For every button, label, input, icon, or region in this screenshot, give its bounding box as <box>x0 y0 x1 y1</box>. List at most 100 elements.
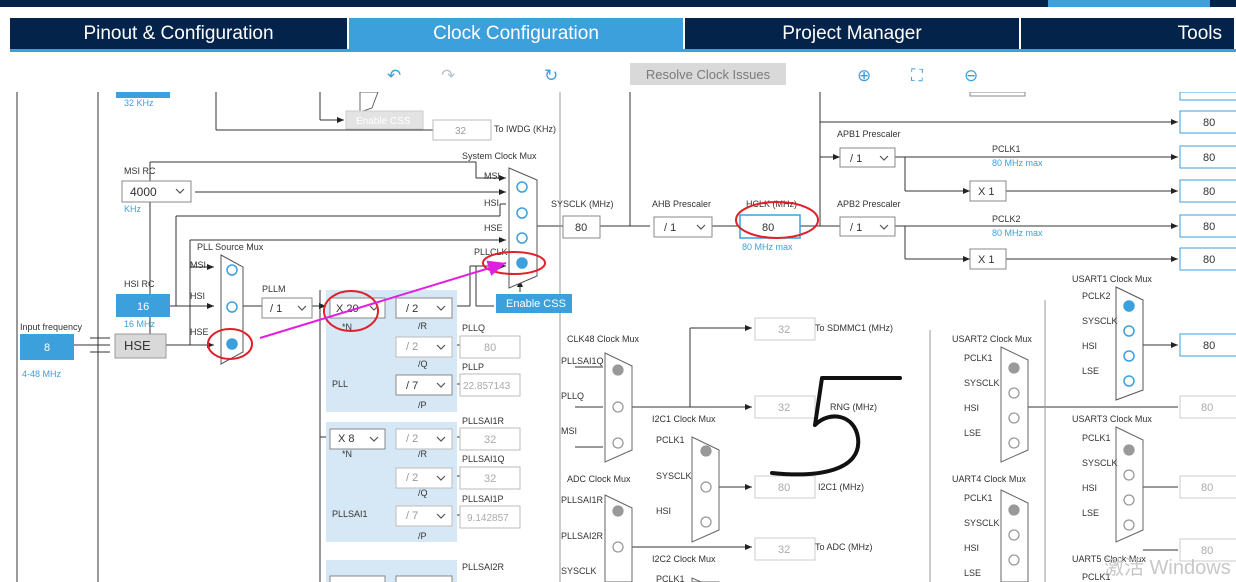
tab-pinout[interactable]: Pinout & Configuration <box>10 18 349 49</box>
pllsai1q-label: PLLSAI1Q <box>462 454 505 464</box>
title-bar-accent <box>1048 0 1210 7</box>
mux-msi-label: MSI <box>190 260 206 270</box>
mux-hse-label: HSE <box>190 327 209 337</box>
pllsai1-label: PLLSAI1 <box>332 509 368 519</box>
pllq-label: PLLQ <box>462 323 485 333</box>
clk48-in-1: PLLQ <box>561 391 584 401</box>
usart1-sysclk-radio[interactable] <box>1123 325 1135 337</box>
hclk-label: HCLK (MHz) <box>746 199 797 209</box>
sysclk-hsi-radio[interactable] <box>516 207 528 219</box>
i2c1-mux-label: I2C1 Clock Mux <box>652 414 716 424</box>
out-value-3: 80 <box>1203 186 1215 198</box>
usart2-in-3: LSE <box>964 428 981 438</box>
enable-css-label: Enable CSS <box>506 298 566 310</box>
lse-freq: 32 KHz <box>124 98 154 108</box>
i2c1-value: 80 <box>778 482 790 494</box>
pll-source-hse-radio[interactable] <box>226 338 238 350</box>
zoom-out-icon[interactable]: ⊖ <box>964 66 978 86</box>
usart2-in-1: SYSCLK <box>964 378 1000 388</box>
tab-tools[interactable]: Tools <box>1021 18 1236 49</box>
sai1r-value: / 2 <box>406 433 418 445</box>
zoom-in-icon[interactable]: ⊕ <box>857 66 871 86</box>
usart3-mux-label: USART3 Clock Mux <box>1072 414 1152 424</box>
windows-watermark: 激活 Windows <box>1104 556 1231 579</box>
p-label: /P <box>418 400 427 410</box>
out-value-4: 80 <box>1203 221 1215 233</box>
system-clock-mux-label: System Clock Mux <box>462 151 537 161</box>
sysclk-msi-radio[interactable] <box>516 181 528 193</box>
main-tabs: Pinout & Configuration Clock Configurati… <box>10 18 1236 49</box>
usart3-in-3: LSE <box>1082 508 1099 518</box>
pll-source-msi-radio[interactable] <box>226 264 238 276</box>
tab-clock-configuration[interactable]: Clock Configuration <box>349 18 685 49</box>
pllp-label: PLLP <box>462 362 484 372</box>
handwritten-five <box>770 376 902 477</box>
fit-screen-icon[interactable]: ⛶ <box>911 66 923 86</box>
pllsai1r-value: 32 <box>484 434 496 446</box>
out-value-5: 80 <box>1203 254 1215 266</box>
usart3-in-1: SYSCLK <box>1082 458 1118 468</box>
sai1q-label: /Q <box>418 488 428 498</box>
hclk-value: 80 <box>762 222 774 234</box>
title-bar <box>0 0 1236 7</box>
out-value-2: 80 <box>1203 152 1215 164</box>
sysclk-label: SYSCLK (MHz) <box>551 199 614 209</box>
undo-icon[interactable]: ↶ <box>387 66 401 86</box>
sai1q-value: / 2 <box>406 472 418 484</box>
sai1r-label: /R <box>418 449 428 459</box>
hclk-max: 80 MHz max <box>742 242 793 252</box>
usart1-hsi-radio[interactable] <box>1123 350 1135 362</box>
usart1-pclk2-radio[interactable] <box>1123 300 1135 312</box>
pllq-value: 80 <box>484 342 496 354</box>
pllr-value: / 2 <box>406 303 418 315</box>
i2c1-label: I2C1 (MHz) <box>818 482 864 492</box>
i2c1-in-2: HSI <box>656 506 671 516</box>
input-frequency-label: Input frequency <box>20 322 83 332</box>
hsi-value: 16 <box>137 301 149 313</box>
adc-value: 32 <box>778 544 790 556</box>
usart3-in-0: PCLK1 <box>1082 433 1111 443</box>
pll-label: PLL <box>332 379 348 389</box>
i2c1-in-1: SYSCLK <box>656 471 692 481</box>
apb1-prescaler-label: APB1 Prescaler <box>837 129 901 139</box>
pllm-label: PLLM <box>262 284 286 294</box>
usart2-in-0: PCLK1 <box>964 353 993 363</box>
adc-in-1: PLLSAI2R <box>561 531 604 541</box>
input-frequency-value: 8 <box>44 342 50 354</box>
uart4-in-1: SYSCLK <box>964 518 1000 528</box>
sysclk-hse-radio[interactable] <box>516 232 528 244</box>
pllsai1p-label: PLLSAI1P <box>462 494 504 504</box>
pllsai1p-value: 9.142857 <box>467 513 509 524</box>
pllp-value: 22.857143 <box>463 381 511 392</box>
resolve-clock-issues-button[interactable]: Resolve Clock Issues <box>630 63 786 85</box>
redo-icon[interactable]: ↷ <box>441 66 455 86</box>
adc-in-2: SYSCLK <box>561 566 597 576</box>
i2c2-in-0: PCLK1 <box>656 574 685 582</box>
uart4-in-2: HSI <box>964 543 979 553</box>
refresh-icon[interactable]: ↻ <box>544 66 558 86</box>
usart2-in-2: HSI <box>964 403 979 413</box>
pllsai1q-value: 32 <box>484 473 496 485</box>
pclk2-label: PCLK2 <box>992 214 1021 224</box>
q-label: /Q <box>418 359 428 369</box>
msi-value: 4000 <box>130 185 157 199</box>
r-label: /R <box>418 321 428 331</box>
apb2-prescaler-label: APB2 Prescaler <box>837 199 901 209</box>
usart1-lse-radio[interactable] <box>1123 375 1135 387</box>
scm-hse-label: HSE <box>484 223 503 233</box>
out-value-1: 80 <box>1203 117 1215 129</box>
pll-source-hsi-radio[interactable] <box>226 301 238 313</box>
apb2-prescaler-value: / 1 <box>850 222 862 234</box>
tab-project-manager[interactable]: Project Manager <box>685 18 1021 49</box>
pclk1-label: PCLK1 <box>992 144 1021 154</box>
apb1-x1: X 1 <box>978 186 995 198</box>
usart1-in-2: HSI <box>1082 341 1097 351</box>
i2c2-mux-label: I2C2 Clock Mux <box>652 554 716 564</box>
sysclk-pllclk-radio[interactable] <box>516 257 528 269</box>
clk48-mux-label: CLK48 Clock Mux <box>567 334 640 344</box>
scm-msi-label: MSI <box>484 171 500 181</box>
usart2-value: 80 <box>1201 402 1213 414</box>
sdmmc-value: 32 <box>778 324 790 336</box>
pclk2-max: 80 MHz max <box>992 228 1043 238</box>
toolbar: ↶ ↷ ↻ ⊕ ⛶ ⊖ <box>0 58 1236 90</box>
